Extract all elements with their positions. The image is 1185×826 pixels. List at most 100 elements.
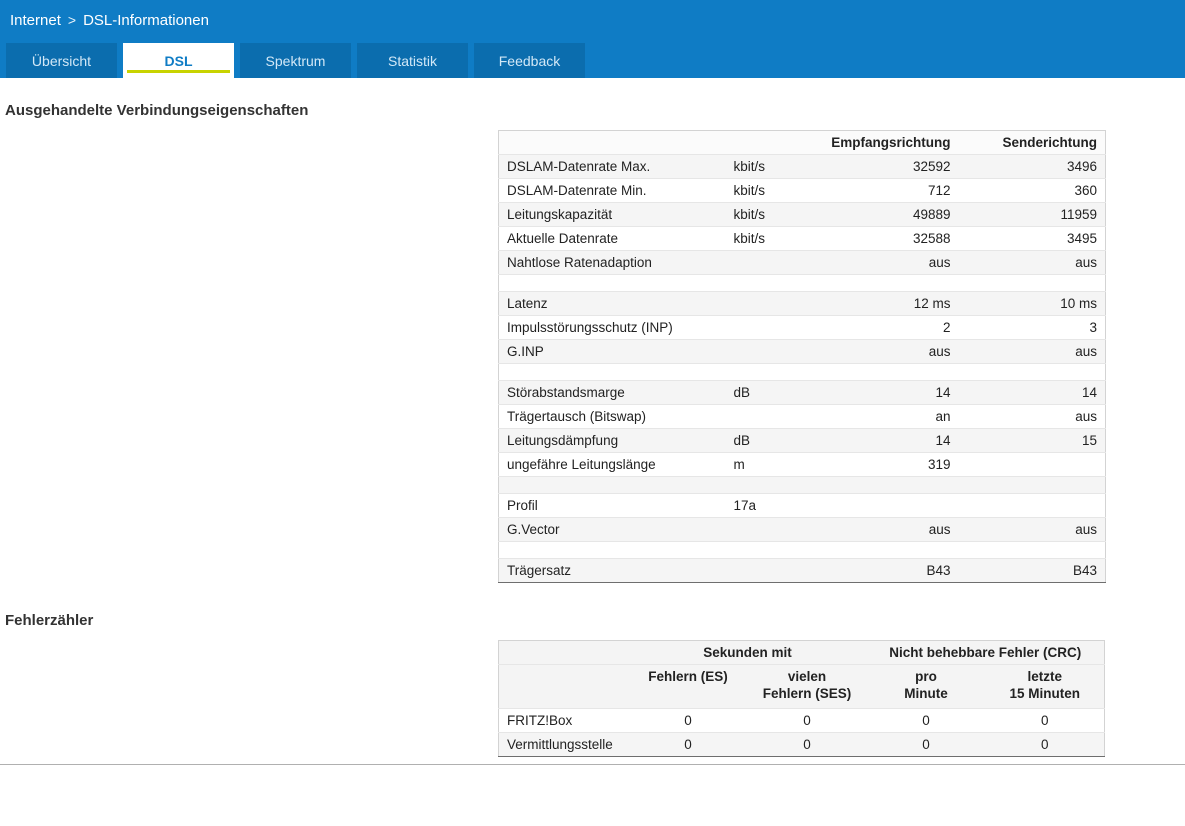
breadcrumb-internet[interactable]: Internet — [10, 12, 61, 29]
upstream-value: 3495 — [958, 226, 1106, 251]
row-label: Störabstandsmarge — [498, 380, 726, 405]
downstream-value — [810, 493, 959, 518]
table-row: ungefähre Leitungslänge m 319 — [498, 452, 1106, 477]
table-row: Leitungsdämpfung dB 14 15 — [498, 428, 1106, 453]
tab-spektrum[interactable]: Spektrum — [240, 43, 351, 78]
downstream-value: 12 ms — [810, 291, 959, 316]
upstream-value: 3496 — [958, 154, 1106, 179]
section-title-error-counters: Fehlerzähler — [5, 612, 94, 629]
connection-table-body: DSLAM-Datenrate Max. kbit/s 32592 3496 DSLAM… — [498, 154, 1106, 583]
es-value: 0 — [628, 732, 748, 757]
row-unit: dB — [725, 428, 811, 453]
spacer-row — [498, 476, 1106, 494]
row-unit — [725, 315, 811, 340]
row-label — [498, 363, 726, 381]
bottom-divider — [0, 764, 1185, 765]
downstream-value: an — [810, 404, 959, 429]
upstream-value: 360 — [958, 178, 1106, 203]
err-header-es: Fehlern (ES) — [628, 664, 748, 709]
upstream-value: aus — [958, 339, 1106, 364]
table-row: Vermittlungsstelle 0 0 0 0 — [498, 732, 1105, 757]
err-header-per-minute: pro Minute — [866, 664, 986, 709]
downstream-value: 2 — [810, 315, 959, 340]
connection-table-wrap: Empfangsrichtung Senderichtung DSLAM-Dat… — [498, 130, 1106, 583]
upstream-value — [958, 274, 1106, 292]
table-row: Trägertausch (Bitswap) an aus — [498, 404, 1106, 429]
header-upstream: Senderichtung — [1002, 135, 1097, 150]
row-unit: kbit/s — [725, 202, 811, 227]
row-unit — [725, 250, 811, 275]
tab-dsl[interactable]: DSL — [123, 43, 234, 78]
per-minute-value: 0 — [866, 732, 986, 757]
upstream-value: 11959 — [958, 202, 1106, 227]
table-row: Störabstandsmarge dB 14 14 — [498, 380, 1106, 405]
err-header-corner-2 — [498, 664, 629, 709]
row-label: Leitungsdämpfung — [498, 428, 726, 453]
downstream-value: 319 — [810, 452, 959, 477]
upstream-value: aus — [958, 517, 1106, 542]
row-label: DSLAM-Datenrate Max. — [498, 154, 726, 179]
row-unit — [725, 363, 811, 381]
table-row: DSLAM-Datenrate Min. kbit/s 712 360 — [498, 178, 1106, 203]
upstream-value: B43 — [958, 558, 1106, 583]
tab-uebersicht[interactable]: Übersicht — [6, 43, 117, 78]
downstream-value — [810, 541, 959, 559]
row-label — [498, 274, 726, 292]
row-label — [498, 476, 726, 494]
downstream-value: 14 — [810, 428, 959, 453]
row-unit — [725, 274, 811, 292]
downstream-value: aus — [810, 517, 959, 542]
err-header-ses: vielen Fehlern (SES) — [747, 664, 867, 709]
row-label: Profil — [498, 493, 726, 518]
table-row: Leitungskapazität kbit/s 49889 11959 — [498, 202, 1106, 227]
downstream-value: B43 — [810, 558, 959, 583]
error-table-wrap: Sekunden mit Nicht behebbare Fehler (CRC… — [498, 640, 1105, 757]
table-row: Nahtlose Ratenadaption aus aus — [498, 250, 1106, 275]
section-title-connection-properties: Ausgehandelte Verbindungseigenschaften — [5, 102, 309, 119]
row-unit — [725, 558, 811, 583]
table-row: Latenz 12 ms 10 ms — [498, 291, 1106, 316]
error-group-header-row: Sekunden mit Nicht behebbare Fehler (CRC… — [498, 640, 1105, 665]
breadcrumb-separator-icon: > — [67, 12, 77, 28]
table-row: G.Vector aus aus — [498, 517, 1106, 542]
row-label: Nahtlose Ratenadaption — [498, 250, 726, 275]
downstream-value: 14 — [810, 380, 959, 405]
row-label: Aktuelle Datenrate — [498, 226, 726, 251]
row-unit — [725, 339, 811, 364]
row-label: Impulsstörungsschutz (INP) — [498, 315, 726, 340]
row-label: ungefähre Leitungslänge — [498, 452, 726, 477]
row-unit: 17a — [725, 493, 811, 518]
ses-value: 0 — [747, 708, 867, 733]
upstream-value: 3 — [958, 315, 1106, 340]
row-unit: kbit/s — [725, 178, 811, 203]
err-header-last-15-minutes: letzte 15 Minuten — [985, 664, 1105, 709]
row-unit — [725, 476, 811, 494]
breadcrumb-current-page: DSL-Informationen — [83, 11, 209, 29]
tab-feedback[interactable]: Feedback — [474, 43, 585, 78]
spacer-row — [498, 363, 1106, 381]
upstream-value: aus — [958, 250, 1106, 275]
last-15-minutes-value: 0 — [985, 732, 1105, 757]
upstream-value: 14 — [958, 380, 1106, 405]
main-content: Ausgehandelte Verbindungseigenschaften E… — [0, 78, 1185, 765]
upstream-value — [958, 363, 1106, 381]
upstream-value — [958, 493, 1106, 518]
upstream-value: 10 ms — [958, 291, 1106, 316]
ses-value: 0 — [747, 732, 867, 757]
last-15-minutes-value: 0 — [985, 708, 1105, 733]
row-unit: kbit/s — [725, 226, 811, 251]
table-row: Trägersatz B43 B43 — [498, 558, 1106, 583]
downstream-value — [810, 476, 959, 494]
row-unit: kbit/s — [725, 154, 811, 179]
table-row: DSLAM-Datenrate Max. kbit/s 32592 3496 — [498, 154, 1106, 179]
row-label: G.INP — [498, 339, 726, 364]
row-label: Leitungskapazität — [498, 202, 726, 227]
tab-statistik[interactable]: Statistik — [357, 43, 468, 78]
downstream-value: aus — [810, 339, 959, 364]
row-label: FRITZ!Box — [498, 708, 629, 733]
connection-header-row: Empfangsrichtung Senderichtung — [498, 130, 1106, 155]
fritzbox-dsl-page: Internet > DSL-Informationen Übersicht DS… — [0, 0, 1185, 826]
header-empty-label — [499, 131, 726, 155]
row-unit: m — [725, 452, 811, 477]
row-label: Trägertausch (Bitswap) — [498, 404, 726, 429]
